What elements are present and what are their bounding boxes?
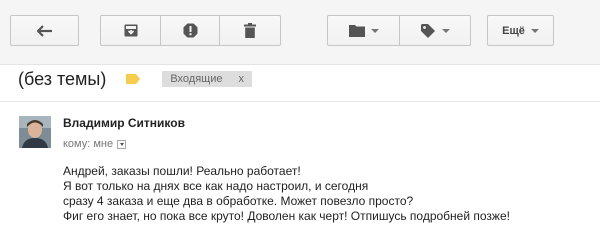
label-chip-inbox[interactable]: Входящие x	[162, 71, 252, 87]
label-tag-icon	[420, 23, 436, 38]
chevron-down-icon	[442, 28, 450, 33]
message-body-line: Фиг его знает, но пока все круто! Доволе…	[63, 209, 510, 223]
message-subject: (без темы)	[18, 68, 107, 89]
chevron-down-icon	[370, 28, 379, 33]
more-label: Ещё	[502, 24, 525, 37]
message-body-line: Андрей, заказы пошли! Реально работает!	[63, 164, 301, 178]
delete-button[interactable]	[220, 15, 281, 46]
labels-button[interactable]	[400, 15, 471, 46]
arrow-back-icon	[36, 24, 53, 37]
chevron-down-icon	[119, 142, 124, 146]
show-details-button[interactable]	[117, 139, 127, 149]
chevron-down-icon	[530, 28, 539, 33]
recipients-text: кому: мне	[63, 138, 114, 150]
toolbar: Ещё	[0, 0, 600, 65]
trash-icon	[244, 23, 256, 38]
sender-name[interactable]: Владимир Ситников	[63, 116, 185, 130]
remove-label-button[interactable]: x	[239, 71, 245, 87]
message-body: Андрей, заказы пошли! Реально работает! …	[63, 164, 510, 224]
importance-marker-icon[interactable]	[126, 74, 141, 84]
archive-icon	[124, 24, 138, 37]
message-body-line: Я вот только на днях все как надо настро…	[63, 179, 369, 193]
archive-button[interactable]	[100, 15, 161, 46]
label-chip-text: Входящие	[170, 73, 223, 85]
report-spam-button[interactable]	[161, 15, 220, 46]
divider	[0, 101, 600, 102]
report-spam-icon	[183, 23, 198, 38]
subject-row: (без темы) Входящие x	[18, 66, 252, 92]
move-to-button[interactable]	[327, 15, 400, 46]
back-button[interactable]	[10, 15, 79, 46]
recipients-row: кому: мне	[63, 138, 127, 150]
folder-icon	[348, 24, 365, 37]
more-button[interactable]: Ещё	[487, 15, 554, 46]
avatar[interactable]	[19, 116, 51, 148]
message-body-line: сразу 4 заказа и еще два в обработке. Мо…	[63, 194, 414, 208]
